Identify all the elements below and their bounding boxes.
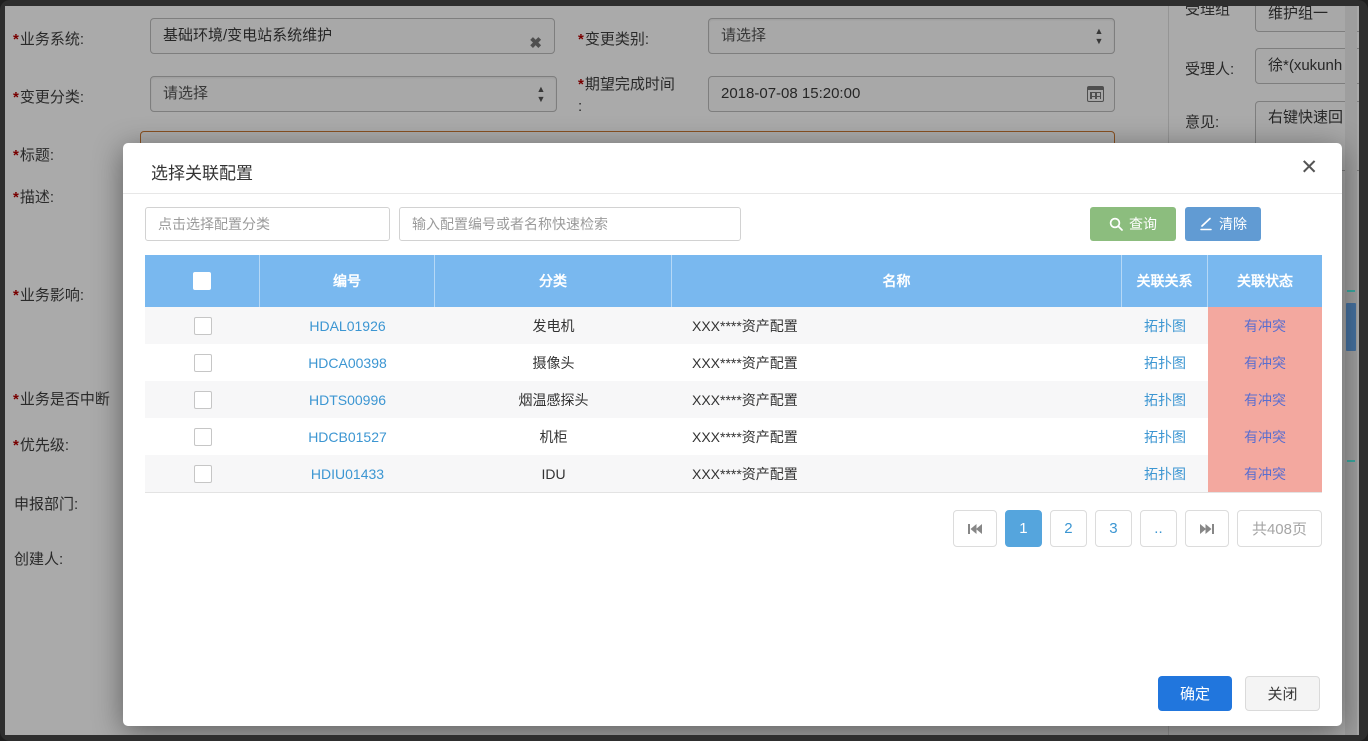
- row-checkbox[interactable]: [194, 428, 212, 446]
- row-checkbox[interactable]: [194, 354, 212, 372]
- close-icon[interactable]: ✕: [1300, 155, 1318, 181]
- page: *业务系统: 基础环境/变电站系统维护 ✖ *变更类别: 请选择 ▲▼ *变更分…: [5, 6, 1359, 735]
- last-page-button[interactable]: [1185, 510, 1229, 547]
- conflict-status-badge: 有冲突: [1208, 418, 1322, 455]
- config-name: XXX****资产配置: [672, 455, 1122, 492]
- topology-link[interactable]: 拓扑图: [1122, 307, 1208, 344]
- row-checkbox[interactable]: [194, 465, 212, 483]
- table-row: HDCB01527 机柜 XXX****资产配置 拓扑图 有冲突: [145, 418, 1322, 455]
- column-header-name: 名称: [672, 255, 1122, 307]
- modal-footer: 确定 关闭: [1158, 676, 1320, 711]
- scrollbar-thumb[interactable]: [1346, 303, 1356, 351]
- select-config-modal: 选择关联配置 ✕ 查询 清除 编号 分类: [123, 143, 1342, 726]
- scrollbar-marker: [1347, 290, 1355, 292]
- config-id-link[interactable]: HDCA00398: [260, 344, 435, 381]
- eraser-icon: [1199, 217, 1213, 231]
- topology-link[interactable]: 拓扑图: [1122, 381, 1208, 418]
- pagination: 123.. 共408页: [953, 510, 1322, 547]
- keyword-search-input[interactable]: [399, 207, 741, 241]
- select-all-cell: [145, 255, 260, 307]
- config-id-link[interactable]: HDTS00996: [260, 381, 435, 418]
- search-icon: [1109, 217, 1123, 231]
- first-page-button[interactable]: [953, 510, 997, 547]
- conflict-status-badge: 有冲突: [1208, 307, 1322, 344]
- config-category: 摄像头: [435, 344, 672, 381]
- config-id-link[interactable]: HDIU01433: [260, 455, 435, 492]
- search-button[interactable]: 查询: [1090, 207, 1176, 241]
- page-scrollbar[interactable]: [1345, 6, 1357, 735]
- modal-header: 选择关联配置 ✕: [123, 143, 1342, 194]
- modal-title: 选择关联配置: [151, 159, 253, 184]
- config-table: 编号 分类 名称 关联关系 关联状态 HDAL01926 发电机 XXX****…: [145, 255, 1322, 493]
- column-header-id: 编号: [260, 255, 435, 307]
- topology-link[interactable]: 拓扑图: [1122, 418, 1208, 455]
- topology-link[interactable]: 拓扑图: [1122, 344, 1208, 381]
- config-name: XXX****资产配置: [672, 307, 1122, 344]
- table-row: HDCA00398 摄像头 XXX****资产配置 拓扑图 有冲突: [145, 344, 1322, 381]
- conflict-status-badge: 有冲突: [1208, 455, 1322, 492]
- config-id-link[interactable]: HDAL01926: [260, 307, 435, 344]
- config-name: XXX****资产配置: [672, 344, 1122, 381]
- column-header-category: 分类: [435, 255, 672, 307]
- conflict-status-badge: 有冲突: [1208, 344, 1322, 381]
- close-button[interactable]: 关闭: [1245, 676, 1320, 711]
- config-table-body: HDAL01926 发电机 XXX****资产配置 拓扑图 有冲突 HDCA00…: [145, 307, 1322, 492]
- page-button-1[interactable]: 1: [1005, 510, 1042, 547]
- config-name: XXX****资产配置: [672, 418, 1122, 455]
- table-row: HDAL01926 发电机 XXX****资产配置 拓扑图 有冲突: [145, 307, 1322, 344]
- column-header-status: 关联状态: [1208, 255, 1322, 307]
- confirm-button[interactable]: 确定: [1158, 676, 1232, 711]
- table-header-row: 编号 分类 名称 关联关系 关联状态: [145, 255, 1322, 307]
- filter-bar: 查询 清除: [145, 207, 1261, 241]
- config-name: XXX****资产配置: [672, 381, 1122, 418]
- table-row: HDIU01433 IDU XXX****资产配置 拓扑图 有冲突: [145, 455, 1322, 492]
- config-category: IDU: [435, 455, 672, 492]
- page-button-2[interactable]: 2: [1050, 510, 1087, 547]
- config-category: 机柜: [435, 418, 672, 455]
- row-checkbox[interactable]: [194, 391, 212, 409]
- category-filter-input[interactable]: [145, 207, 390, 241]
- topology-link[interactable]: 拓扑图: [1122, 455, 1208, 492]
- clear-button[interactable]: 清除: [1185, 207, 1261, 241]
- config-id-link[interactable]: HDCB01527: [260, 418, 435, 455]
- scrollbar-marker: [1347, 460, 1355, 462]
- table-row: HDTS00996 烟温感探头 XXX****资产配置 拓扑图 有冲突: [145, 381, 1322, 418]
- screenshot-frame: *业务系统: 基础环境/变电站系统维护 ✖ *变更类别: 请选择 ▲▼ *变更分…: [0, 0, 1368, 741]
- total-pages-label: 共408页: [1237, 510, 1322, 547]
- row-checkbox[interactable]: [194, 317, 212, 335]
- select-all-checkbox[interactable]: [193, 272, 211, 290]
- page-button-3[interactable]: 3: [1095, 510, 1132, 547]
- page-button-..[interactable]: ..: [1140, 510, 1177, 547]
- column-header-relation: 关联关系: [1122, 255, 1208, 307]
- conflict-status-badge: 有冲突: [1208, 381, 1322, 418]
- config-category: 发电机: [435, 307, 672, 344]
- config-category: 烟温感探头: [435, 381, 672, 418]
